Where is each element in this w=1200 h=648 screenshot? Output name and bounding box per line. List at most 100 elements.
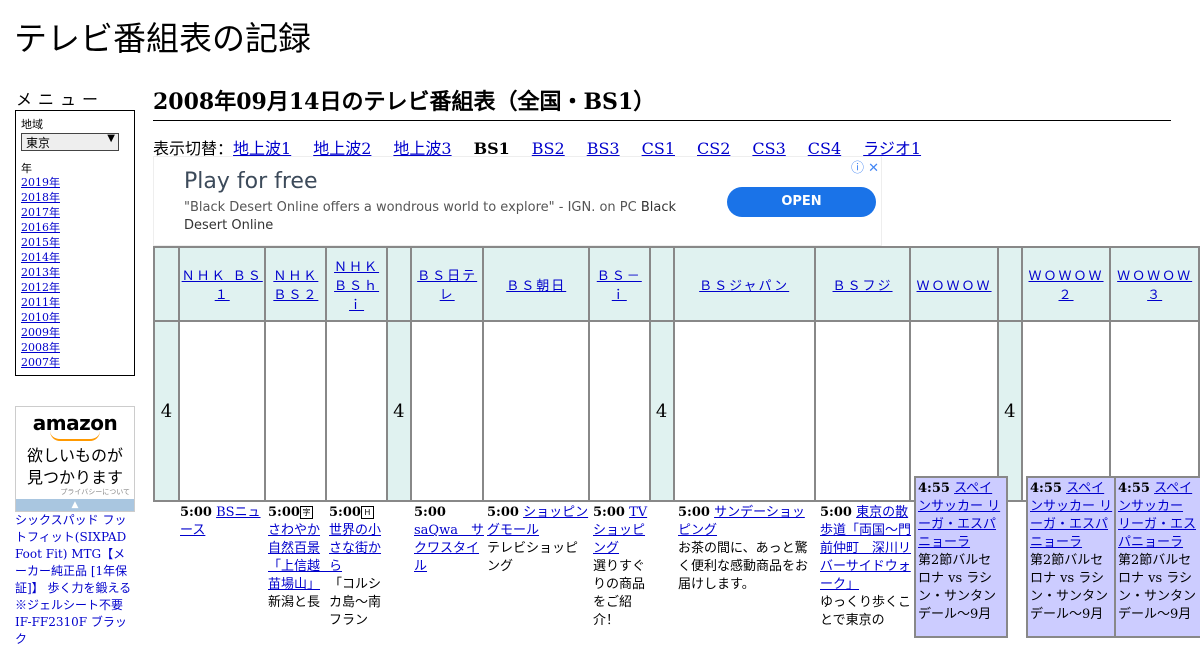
program-grid: ＮＨＫ ＢＳ１ ＮＨＫ ＢＳ２ ＮＨＫ ＢＳｈｉ ＢＳ日テレ ＢＳ朝日 ＢＳ－ｉ… (153, 246, 1200, 502)
ad-choices-close-icon[interactable]: ⓘ ✕ (851, 157, 879, 176)
year-link-2017[interactable]: 2017年 (21, 206, 60, 219)
subtitle-mark-icon: 字 (299, 506, 313, 519)
program-time: 4:55 (1118, 481, 1150, 496)
hour-header (648, 246, 675, 322)
year-link-2016[interactable]: 2016年 (21, 221, 60, 234)
channel-link-wowow2[interactable]: ＷＯＷＯＷ２ (1029, 269, 1104, 303)
empty-slot (482, 320, 590, 502)
channel-link-bsntv[interactable]: ＢＳ日テレ (417, 269, 477, 303)
ad-open-button[interactable]: OPEN (727, 187, 876, 217)
program-cell: 5:00 H 世界の小さな街から 「コルシカ島～南フラン (329, 504, 387, 630)
year-link-2012[interactable]: 2012年 (21, 281, 60, 294)
page-title: 2008年09月14日のテレビ番組表（全国・BS1） (153, 84, 1171, 121)
program-time: 5:00 (180, 505, 212, 520)
program-title-link[interactable]: さわやか自然百景「上信越 苗場山」 (268, 522, 333, 594)
hour-header (385, 246, 412, 322)
channel-header: ＷＯＷＯＷ (909, 246, 999, 322)
region-select[interactable]: 東京 ▼ (21, 133, 119, 151)
channel-link-bsjapan[interactable]: ＢＳジャパン (699, 279, 789, 294)
menu-heading: メニュー (16, 90, 105, 109)
table-row: ＮＨＫ ＢＳ１ ＮＨＫ ＢＳ２ ＮＨＫ ＢＳｈｉ ＢＳ日テレ ＢＳ朝日 ＢＳ－ｉ… (153, 246, 1200, 322)
amazon-copy-line2: 見つかります (26, 468, 123, 487)
list-item: 2015年 (21, 235, 60, 250)
channel-link-bsi[interactable]: ＢＳ－ｉ (597, 269, 642, 303)
display-ad[interactable]: ⓘ ✕ Play for free "Black Desert Online o… (153, 156, 882, 246)
amazon-copy: 欲しいものが 見つかります (16, 445, 134, 489)
empty-slot (325, 320, 388, 502)
year-link-2008[interactable]: 2008年 (21, 341, 60, 354)
product-link[interactable]: シックスパッド フットフィット(SIXPAD Foot Fit) MTG【メーカ… (15, 512, 137, 648)
amazon-ad[interactable]: amazon 欲しいものが 見つかります プライバシーについて ▲ (15, 406, 135, 512)
year-link-2009[interactable]: 2009年 (21, 326, 60, 339)
year-list: 2019年 2018年 2017年 2016年 2015年 2014年 2013… (21, 175, 60, 370)
program-cell: 4:55 スペインサッカー リーガ・エスパニョーラ 第2節バルセロナ vs ラシ… (914, 476, 1008, 638)
ad-heading[interactable]: Play for free (184, 169, 318, 194)
year-link-2015[interactable]: 2015年 (21, 236, 60, 249)
channel-link-nhkbs1[interactable]: ＮＨＫ ＢＳ１ (182, 269, 263, 303)
list-item: 2007年 (21, 355, 60, 370)
list-item: 2019年 (21, 175, 60, 190)
list-item: 2010年 (21, 310, 60, 325)
program-desc: 選りすぐりの商品をご紹介！ (593, 559, 646, 628)
empty-slot (909, 320, 999, 502)
table-row: 4 4 4 4 (153, 320, 1200, 502)
empty-slot (177, 320, 267, 502)
year-link-2019[interactable]: 2019年 (21, 176, 60, 189)
channel-header: ＮＨＫ ＢＳ１ (177, 246, 267, 322)
program-time: 5:00 (820, 505, 852, 520)
list-item: 2013年 (21, 265, 60, 280)
channel-link-bsfuji[interactable]: ＢＳフジ (833, 279, 893, 294)
program-time: 5:00 (487, 505, 519, 520)
program-time: 4:55 (918, 481, 950, 496)
year-link-2007[interactable]: 2007年 (21, 356, 60, 369)
channel-header: ＢＳジャパン (672, 246, 816, 322)
ad-description: "Black Desert Online offers a wondrous w… (184, 199, 704, 235)
empty-slot (672, 320, 816, 502)
year-link-2018[interactable]: 2018年 (21, 191, 60, 204)
hour-cell: 4 (385, 320, 412, 502)
channel-link-bsasahi[interactable]: ＢＳ朝日 (506, 279, 566, 294)
channel-header: ＢＳフジ (813, 246, 912, 322)
program-cell: 5:00 東京の散歩道「両国～門前仲町 深川リバーサイドウォーク」 ゆっくり歩く… (820, 504, 912, 630)
program-desc: 第2節バルセロナ vs ラシン・サンタンデール～9月 (1118, 553, 1197, 622)
amazon-expand-bar[interactable]: ▲ (16, 499, 134, 511)
program-time: 5:00 (414, 505, 446, 520)
program-desc: 「コルシカ島～南フラン (329, 577, 382, 628)
empty-slot (1020, 320, 1112, 502)
year-link-2011[interactable]: 2011年 (21, 296, 60, 309)
year-label: 年 (21, 162, 32, 175)
program-title-link[interactable]: 世界の小さな街から (329, 522, 387, 576)
amazon-copy-line1: 欲しいものが (26, 446, 123, 465)
program-cell: 5:00 BSニュース (180, 504, 264, 540)
channel-link-nhkbs2[interactable]: ＮＨＫ ＢＳ２ (273, 269, 318, 303)
program-desc: テレビショッピング (487, 541, 579, 574)
list-item: 2014年 (21, 250, 60, 265)
chevron-up-icon: ▲ (71, 500, 79, 510)
list-item: 2008年 (21, 340, 60, 355)
program-desc: お茶の間に、あっと驚く便利な感動商品をお届けします。 (678, 541, 809, 592)
channel-link-wowow[interactable]: ＷＯＷＯＷ (917, 279, 992, 294)
list-item: 2011年 (21, 295, 60, 310)
program-title-link[interactable]: saQwa サクワスタイル (414, 522, 484, 576)
program-desc: 新潟と長 (268, 595, 321, 610)
year-link-2013[interactable]: 2013年 (21, 266, 60, 279)
list-item: 2012年 (21, 280, 60, 295)
amazon-logo: amazon (32, 411, 118, 435)
hd-mark-icon: H (360, 506, 374, 519)
menu-box: 地域 東京 ▼ 年 2019年 2018年 2017年 2016年 2015年 … (15, 110, 135, 376)
amazon-privacy-link[interactable]: プライバシーについて (60, 487, 130, 497)
program-time: 5:00 (329, 505, 361, 520)
program-cell: 4:55 スペインサッカー リーガ・エスパニョーラ 第2節バルセロナ vs ラシ… (1026, 476, 1120, 638)
channel-header: ＷＯＷＯＷ２ (1020, 246, 1112, 322)
channel-link-nhkbshi[interactable]: ＮＨＫ ＢＳｈｉ (334, 260, 379, 313)
year-link-2010[interactable]: 2010年 (21, 311, 60, 324)
program-desc: ゆっくり歩くことで東京の (820, 595, 912, 628)
channel-link-wowow3[interactable]: ＷＯＷＯＷ３ (1117, 269, 1192, 303)
year-link-2014[interactable]: 2014年 (21, 251, 60, 264)
empty-slot (587, 320, 651, 502)
hour-header (153, 246, 180, 322)
program-time: 5:00 (268, 505, 300, 520)
program-cell: 5:00 ショッピングモール テレビショッピング (487, 504, 589, 576)
ad-description-text: "Black Desert Online offers a wondrous w… (184, 200, 637, 215)
program-time: 4:55 (1030, 481, 1062, 496)
